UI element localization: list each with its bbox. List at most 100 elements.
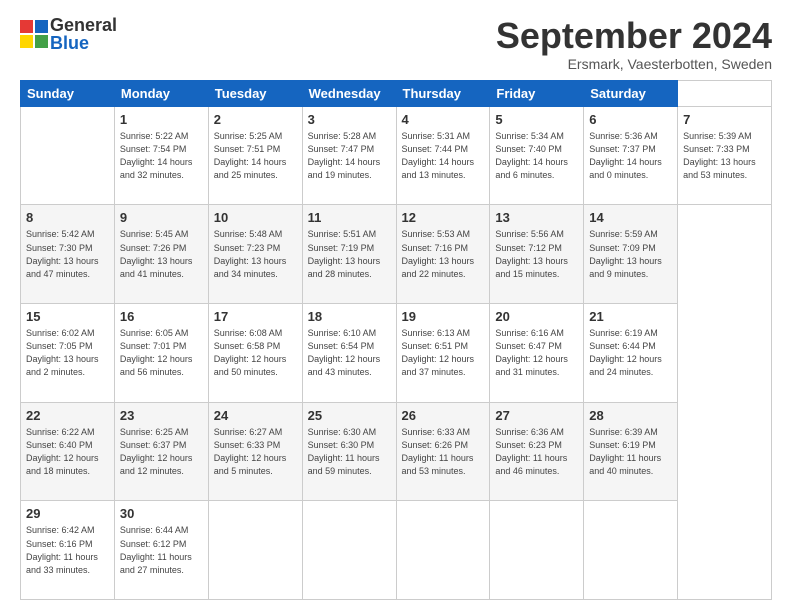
day-number: 27 xyxy=(495,407,578,425)
logo-icon xyxy=(20,20,48,48)
day-number: 23 xyxy=(120,407,203,425)
day-number: 28 xyxy=(589,407,672,425)
calendar-cell: 10Sunrise: 5:48 AM Sunset: 7:23 PM Dayli… xyxy=(208,205,302,304)
day-info: Sunrise: 5:56 AM Sunset: 7:12 PM Dayligh… xyxy=(495,228,578,280)
calendar-cell: 25Sunrise: 6:30 AM Sunset: 6:30 PM Dayli… xyxy=(302,402,396,501)
col-header-monday: Monday xyxy=(114,80,208,106)
calendar-week-row: 15Sunrise: 6:02 AM Sunset: 7:05 PM Dayli… xyxy=(21,303,772,402)
subtitle: Ersmark, Vaesterbotten, Sweden xyxy=(496,56,772,72)
calendar-header-row: SundayMondayTuesdayWednesdayThursdayFrid… xyxy=(21,80,772,106)
day-info: Sunrise: 5:34 AM Sunset: 7:40 PM Dayligh… xyxy=(495,130,578,182)
day-info: Sunrise: 6:19 AM Sunset: 6:44 PM Dayligh… xyxy=(589,327,672,379)
day-number: 2 xyxy=(214,111,297,129)
calendar-cell: 19Sunrise: 6:13 AM Sunset: 6:51 PM Dayli… xyxy=(396,303,490,402)
calendar-week-row: 29Sunrise: 6:42 AM Sunset: 6:16 PM Dayli… xyxy=(21,501,772,600)
logo: General Blue xyxy=(20,16,117,52)
calendar-cell: 13Sunrise: 5:56 AM Sunset: 7:12 PM Dayli… xyxy=(490,205,584,304)
day-number: 30 xyxy=(120,505,203,523)
day-number: 21 xyxy=(589,308,672,326)
calendar-cell: 11Sunrise: 5:51 AM Sunset: 7:19 PM Dayli… xyxy=(302,205,396,304)
col-header-tuesday: Tuesday xyxy=(208,80,302,106)
day-info: Sunrise: 5:25 AM Sunset: 7:51 PM Dayligh… xyxy=(214,130,297,182)
day-info: Sunrise: 5:39 AM Sunset: 7:33 PM Dayligh… xyxy=(683,130,766,182)
day-info: Sunrise: 6:25 AM Sunset: 6:37 PM Dayligh… xyxy=(120,426,203,478)
day-info: Sunrise: 6:39 AM Sunset: 6:19 PM Dayligh… xyxy=(589,426,672,478)
col-header-friday: Friday xyxy=(490,80,584,106)
day-info: Sunrise: 5:31 AM Sunset: 7:44 PM Dayligh… xyxy=(402,130,485,182)
day-number: 29 xyxy=(26,505,109,523)
calendar-cell xyxy=(21,106,115,205)
calendar-cell: 12Sunrise: 5:53 AM Sunset: 7:16 PM Dayli… xyxy=(396,205,490,304)
logo-blue: Blue xyxy=(50,34,117,52)
day-info: Sunrise: 6:30 AM Sunset: 6:30 PM Dayligh… xyxy=(308,426,391,478)
day-number: 13 xyxy=(495,209,578,227)
day-info: Sunrise: 6:13 AM Sunset: 6:51 PM Dayligh… xyxy=(402,327,485,379)
day-number: 18 xyxy=(308,308,391,326)
day-number: 12 xyxy=(402,209,485,227)
calendar-cell: 27Sunrise: 6:36 AM Sunset: 6:23 PM Dayli… xyxy=(490,402,584,501)
calendar-week-row: 22Sunrise: 6:22 AM Sunset: 6:40 PM Dayli… xyxy=(21,402,772,501)
calendar-week-row: 1Sunrise: 5:22 AM Sunset: 7:54 PM Daylig… xyxy=(21,106,772,205)
calendar-cell: 29Sunrise: 6:42 AM Sunset: 6:16 PM Dayli… xyxy=(21,501,115,600)
day-info: Sunrise: 5:48 AM Sunset: 7:23 PM Dayligh… xyxy=(214,228,297,280)
day-number: 26 xyxy=(402,407,485,425)
day-number: 3 xyxy=(308,111,391,129)
calendar-cell: 8Sunrise: 5:42 AM Sunset: 7:30 PM Daylig… xyxy=(21,205,115,304)
calendar-cell xyxy=(584,501,678,600)
day-info: Sunrise: 6:05 AM Sunset: 7:01 PM Dayligh… xyxy=(120,327,203,379)
day-number: 22 xyxy=(26,407,109,425)
header: General Blue September 2024 Ersmark, Vae… xyxy=(20,16,772,72)
calendar-cell: 15Sunrise: 6:02 AM Sunset: 7:05 PM Dayli… xyxy=(21,303,115,402)
day-number: 11 xyxy=(308,209,391,227)
day-info: Sunrise: 5:45 AM Sunset: 7:26 PM Dayligh… xyxy=(120,228,203,280)
day-number: 6 xyxy=(589,111,672,129)
day-info: Sunrise: 5:59 AM Sunset: 7:09 PM Dayligh… xyxy=(589,228,672,280)
col-header-saturday: Saturday xyxy=(584,80,678,106)
day-info: Sunrise: 6:33 AM Sunset: 6:26 PM Dayligh… xyxy=(402,426,485,478)
calendar-cell: 17Sunrise: 6:08 AM Sunset: 6:58 PM Dayli… xyxy=(208,303,302,402)
day-info: Sunrise: 6:42 AM Sunset: 6:16 PM Dayligh… xyxy=(26,524,109,576)
day-info: Sunrise: 5:28 AM Sunset: 7:47 PM Dayligh… xyxy=(308,130,391,182)
day-number: 17 xyxy=(214,308,297,326)
calendar-cell: 1Sunrise: 5:22 AM Sunset: 7:54 PM Daylig… xyxy=(114,106,208,205)
calendar-cell: 6Sunrise: 5:36 AM Sunset: 7:37 PM Daylig… xyxy=(584,106,678,205)
day-info: Sunrise: 5:51 AM Sunset: 7:19 PM Dayligh… xyxy=(308,228,391,280)
calendar-cell: 26Sunrise: 6:33 AM Sunset: 6:26 PM Dayli… xyxy=(396,402,490,501)
day-info: Sunrise: 5:42 AM Sunset: 7:30 PM Dayligh… xyxy=(26,228,109,280)
calendar-cell: 9Sunrise: 5:45 AM Sunset: 7:26 PM Daylig… xyxy=(114,205,208,304)
day-number: 19 xyxy=(402,308,485,326)
day-info: Sunrise: 5:22 AM Sunset: 7:54 PM Dayligh… xyxy=(120,130,203,182)
calendar-cell: 3Sunrise: 5:28 AM Sunset: 7:47 PM Daylig… xyxy=(302,106,396,205)
calendar-table: SundayMondayTuesdayWednesdayThursdayFrid… xyxy=(20,80,772,600)
calendar-cell: 23Sunrise: 6:25 AM Sunset: 6:37 PM Dayli… xyxy=(114,402,208,501)
month-title: September 2024 xyxy=(496,16,772,56)
day-number: 10 xyxy=(214,209,297,227)
col-header-sunday: Sunday xyxy=(21,80,115,106)
day-number: 24 xyxy=(214,407,297,425)
day-number: 20 xyxy=(495,308,578,326)
day-info: Sunrise: 5:53 AM Sunset: 7:16 PM Dayligh… xyxy=(402,228,485,280)
col-header-thursday: Thursday xyxy=(396,80,490,106)
calendar-cell: 21Sunrise: 6:19 AM Sunset: 6:44 PM Dayli… xyxy=(584,303,678,402)
calendar-cell: 20Sunrise: 6:16 AM Sunset: 6:47 PM Dayli… xyxy=(490,303,584,402)
day-info: Sunrise: 5:36 AM Sunset: 7:37 PM Dayligh… xyxy=(589,130,672,182)
calendar-cell: 16Sunrise: 6:05 AM Sunset: 7:01 PM Dayli… xyxy=(114,303,208,402)
calendar-cell: 24Sunrise: 6:27 AM Sunset: 6:33 PM Dayli… xyxy=(208,402,302,501)
day-info: Sunrise: 6:36 AM Sunset: 6:23 PM Dayligh… xyxy=(495,426,578,478)
title-section: September 2024 Ersmark, Vaesterbotten, S… xyxy=(496,16,772,72)
logo-general: General xyxy=(50,16,117,34)
calendar-cell: 4Sunrise: 5:31 AM Sunset: 7:44 PM Daylig… xyxy=(396,106,490,205)
page: General Blue September 2024 Ersmark, Vae… xyxy=(0,0,792,612)
calendar-week-row: 8Sunrise: 5:42 AM Sunset: 7:30 PM Daylig… xyxy=(21,205,772,304)
day-number: 14 xyxy=(589,209,672,227)
day-number: 16 xyxy=(120,308,203,326)
calendar-cell xyxy=(396,501,490,600)
col-header-wednesday: Wednesday xyxy=(302,80,396,106)
day-number: 5 xyxy=(495,111,578,129)
day-info: Sunrise: 6:08 AM Sunset: 6:58 PM Dayligh… xyxy=(214,327,297,379)
calendar-cell: 5Sunrise: 5:34 AM Sunset: 7:40 PM Daylig… xyxy=(490,106,584,205)
day-info: Sunrise: 6:10 AM Sunset: 6:54 PM Dayligh… xyxy=(308,327,391,379)
day-number: 7 xyxy=(683,111,766,129)
calendar-cell: 14Sunrise: 5:59 AM Sunset: 7:09 PM Dayli… xyxy=(584,205,678,304)
day-number: 9 xyxy=(120,209,203,227)
